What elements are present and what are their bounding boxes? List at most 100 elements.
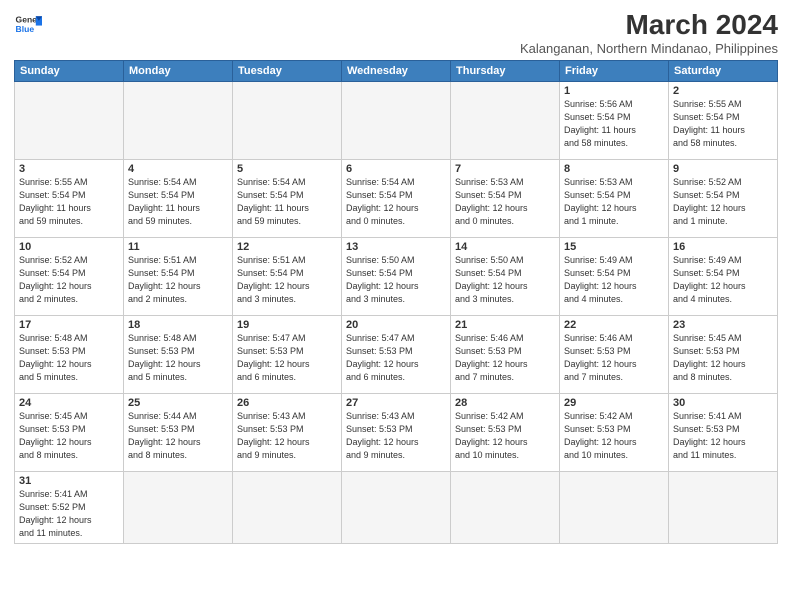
svg-text:Blue: Blue	[16, 24, 35, 34]
day-info: Sunrise: 5:42 AM Sunset: 5:53 PM Dayligh…	[455, 410, 555, 462]
calendar-week-row: 24Sunrise: 5:45 AM Sunset: 5:53 PM Dayli…	[15, 393, 778, 471]
weekday-header-thursday: Thursday	[451, 60, 560, 81]
calendar-day-cell: 29Sunrise: 5:42 AM Sunset: 5:53 PM Dayli…	[560, 393, 669, 471]
calendar-week-row: 1Sunrise: 5:56 AM Sunset: 5:54 PM Daylig…	[15, 81, 778, 159]
day-info: Sunrise: 5:42 AM Sunset: 5:53 PM Dayligh…	[564, 410, 664, 462]
day-number: 17	[19, 319, 119, 331]
day-number: 28	[455, 397, 555, 409]
day-number: 3	[19, 163, 119, 175]
day-number: 11	[128, 241, 228, 253]
day-info: Sunrise: 5:56 AM Sunset: 5:54 PM Dayligh…	[564, 98, 664, 150]
day-info: Sunrise: 5:50 AM Sunset: 5:54 PM Dayligh…	[346, 254, 446, 306]
calendar-table: SundayMondayTuesdayWednesdayThursdayFrid…	[14, 60, 778, 544]
day-number: 27	[346, 397, 446, 409]
calendar-day-cell: 8Sunrise: 5:53 AM Sunset: 5:54 PM Daylig…	[560, 159, 669, 237]
day-info: Sunrise: 5:47 AM Sunset: 5:53 PM Dayligh…	[346, 332, 446, 384]
calendar-week-row: 10Sunrise: 5:52 AM Sunset: 5:54 PM Dayli…	[15, 237, 778, 315]
day-info: Sunrise: 5:45 AM Sunset: 5:53 PM Dayligh…	[19, 410, 119, 462]
calendar-day-cell	[451, 81, 560, 159]
day-info: Sunrise: 5:53 AM Sunset: 5:54 PM Dayligh…	[455, 176, 555, 228]
day-info: Sunrise: 5:46 AM Sunset: 5:53 PM Dayligh…	[564, 332, 664, 384]
weekday-header-saturday: Saturday	[669, 60, 778, 81]
day-info: Sunrise: 5:53 AM Sunset: 5:54 PM Dayligh…	[564, 176, 664, 228]
calendar-day-cell: 19Sunrise: 5:47 AM Sunset: 5:53 PM Dayli…	[233, 315, 342, 393]
day-number: 31	[19, 475, 119, 487]
day-number: 30	[673, 397, 773, 409]
calendar-day-cell: 15Sunrise: 5:49 AM Sunset: 5:54 PM Dayli…	[560, 237, 669, 315]
day-number: 18	[128, 319, 228, 331]
calendar-day-cell: 6Sunrise: 5:54 AM Sunset: 5:54 PM Daylig…	[342, 159, 451, 237]
day-number: 13	[346, 241, 446, 253]
day-info: Sunrise: 5:43 AM Sunset: 5:53 PM Dayligh…	[237, 410, 337, 462]
calendar-day-cell	[451, 471, 560, 543]
calendar-day-cell: 24Sunrise: 5:45 AM Sunset: 5:53 PM Dayli…	[15, 393, 124, 471]
calendar-day-cell: 18Sunrise: 5:48 AM Sunset: 5:53 PM Dayli…	[124, 315, 233, 393]
subtitle: Kalanganan, Northern Mindanao, Philippin…	[520, 41, 778, 56]
day-info: Sunrise: 5:52 AM Sunset: 5:54 PM Dayligh…	[19, 254, 119, 306]
day-info: Sunrise: 5:55 AM Sunset: 5:54 PM Dayligh…	[19, 176, 119, 228]
day-info: Sunrise: 5:43 AM Sunset: 5:53 PM Dayligh…	[346, 410, 446, 462]
day-info: Sunrise: 5:50 AM Sunset: 5:54 PM Dayligh…	[455, 254, 555, 306]
calendar-week-row: 17Sunrise: 5:48 AM Sunset: 5:53 PM Dayli…	[15, 315, 778, 393]
logo-icon: General Blue	[14, 10, 42, 38]
calendar-day-cell	[669, 471, 778, 543]
day-number: 7	[455, 163, 555, 175]
calendar-day-cell: 27Sunrise: 5:43 AM Sunset: 5:53 PM Dayli…	[342, 393, 451, 471]
calendar-day-cell: 9Sunrise: 5:52 AM Sunset: 5:54 PM Daylig…	[669, 159, 778, 237]
calendar-day-cell: 12Sunrise: 5:51 AM Sunset: 5:54 PM Dayli…	[233, 237, 342, 315]
weekday-header-wednesday: Wednesday	[342, 60, 451, 81]
calendar-day-cell: 16Sunrise: 5:49 AM Sunset: 5:54 PM Dayli…	[669, 237, 778, 315]
day-info: Sunrise: 5:54 AM Sunset: 5:54 PM Dayligh…	[346, 176, 446, 228]
calendar-day-cell: 7Sunrise: 5:53 AM Sunset: 5:54 PM Daylig…	[451, 159, 560, 237]
day-number: 29	[564, 397, 664, 409]
day-info: Sunrise: 5:49 AM Sunset: 5:54 PM Dayligh…	[673, 254, 773, 306]
day-info: Sunrise: 5:48 AM Sunset: 5:53 PM Dayligh…	[128, 332, 228, 384]
calendar-day-cell: 22Sunrise: 5:46 AM Sunset: 5:53 PM Dayli…	[560, 315, 669, 393]
calendar-day-cell: 3Sunrise: 5:55 AM Sunset: 5:54 PM Daylig…	[15, 159, 124, 237]
weekday-header-tuesday: Tuesday	[233, 60, 342, 81]
calendar-page: General Blue March 2024 Kalanganan, Nort…	[0, 0, 792, 612]
day-info: Sunrise: 5:54 AM Sunset: 5:54 PM Dayligh…	[237, 176, 337, 228]
day-number: 24	[19, 397, 119, 409]
day-number: 10	[19, 241, 119, 253]
day-number: 26	[237, 397, 337, 409]
calendar-day-cell: 20Sunrise: 5:47 AM Sunset: 5:53 PM Dayli…	[342, 315, 451, 393]
calendar-day-cell: 10Sunrise: 5:52 AM Sunset: 5:54 PM Dayli…	[15, 237, 124, 315]
day-number: 8	[564, 163, 664, 175]
day-number: 15	[564, 241, 664, 253]
day-number: 5	[237, 163, 337, 175]
calendar-day-cell: 25Sunrise: 5:44 AM Sunset: 5:53 PM Dayli…	[124, 393, 233, 471]
calendar-day-cell: 1Sunrise: 5:56 AM Sunset: 5:54 PM Daylig…	[560, 81, 669, 159]
day-number: 2	[673, 85, 773, 97]
day-number: 16	[673, 241, 773, 253]
calendar-day-cell: 23Sunrise: 5:45 AM Sunset: 5:53 PM Dayli…	[669, 315, 778, 393]
day-info: Sunrise: 5:48 AM Sunset: 5:53 PM Dayligh…	[19, 332, 119, 384]
day-number: 6	[346, 163, 446, 175]
day-number: 20	[346, 319, 446, 331]
day-number: 9	[673, 163, 773, 175]
calendar-day-cell	[124, 471, 233, 543]
header: General Blue March 2024 Kalanganan, Nort…	[14, 10, 778, 56]
calendar-day-cell: 13Sunrise: 5:50 AM Sunset: 5:54 PM Dayli…	[342, 237, 451, 315]
day-number: 4	[128, 163, 228, 175]
weekday-header-monday: Monday	[124, 60, 233, 81]
day-number: 25	[128, 397, 228, 409]
weekday-header-sunday: Sunday	[15, 60, 124, 81]
day-info: Sunrise: 5:46 AM Sunset: 5:53 PM Dayligh…	[455, 332, 555, 384]
day-info: Sunrise: 5:51 AM Sunset: 5:54 PM Dayligh…	[237, 254, 337, 306]
day-info: Sunrise: 5:52 AM Sunset: 5:54 PM Dayligh…	[673, 176, 773, 228]
weekday-header-row: SundayMondayTuesdayWednesdayThursdayFrid…	[15, 60, 778, 81]
calendar-day-cell: 26Sunrise: 5:43 AM Sunset: 5:53 PM Dayli…	[233, 393, 342, 471]
calendar-day-cell: 4Sunrise: 5:54 AM Sunset: 5:54 PM Daylig…	[124, 159, 233, 237]
calendar-day-cell: 31Sunrise: 5:41 AM Sunset: 5:52 PM Dayli…	[15, 471, 124, 543]
day-info: Sunrise: 5:41 AM Sunset: 5:52 PM Dayligh…	[19, 488, 119, 540]
main-title: March 2024	[520, 10, 778, 41]
calendar-day-cell: 11Sunrise: 5:51 AM Sunset: 5:54 PM Dayli…	[124, 237, 233, 315]
calendar-day-cell: 2Sunrise: 5:55 AM Sunset: 5:54 PM Daylig…	[669, 81, 778, 159]
day-info: Sunrise: 5:49 AM Sunset: 5:54 PM Dayligh…	[564, 254, 664, 306]
calendar-day-cell	[233, 81, 342, 159]
calendar-week-row: 31Sunrise: 5:41 AM Sunset: 5:52 PM Dayli…	[15, 471, 778, 543]
logo: General Blue	[14, 10, 42, 38]
day-info: Sunrise: 5:54 AM Sunset: 5:54 PM Dayligh…	[128, 176, 228, 228]
day-info: Sunrise: 5:47 AM Sunset: 5:53 PM Dayligh…	[237, 332, 337, 384]
